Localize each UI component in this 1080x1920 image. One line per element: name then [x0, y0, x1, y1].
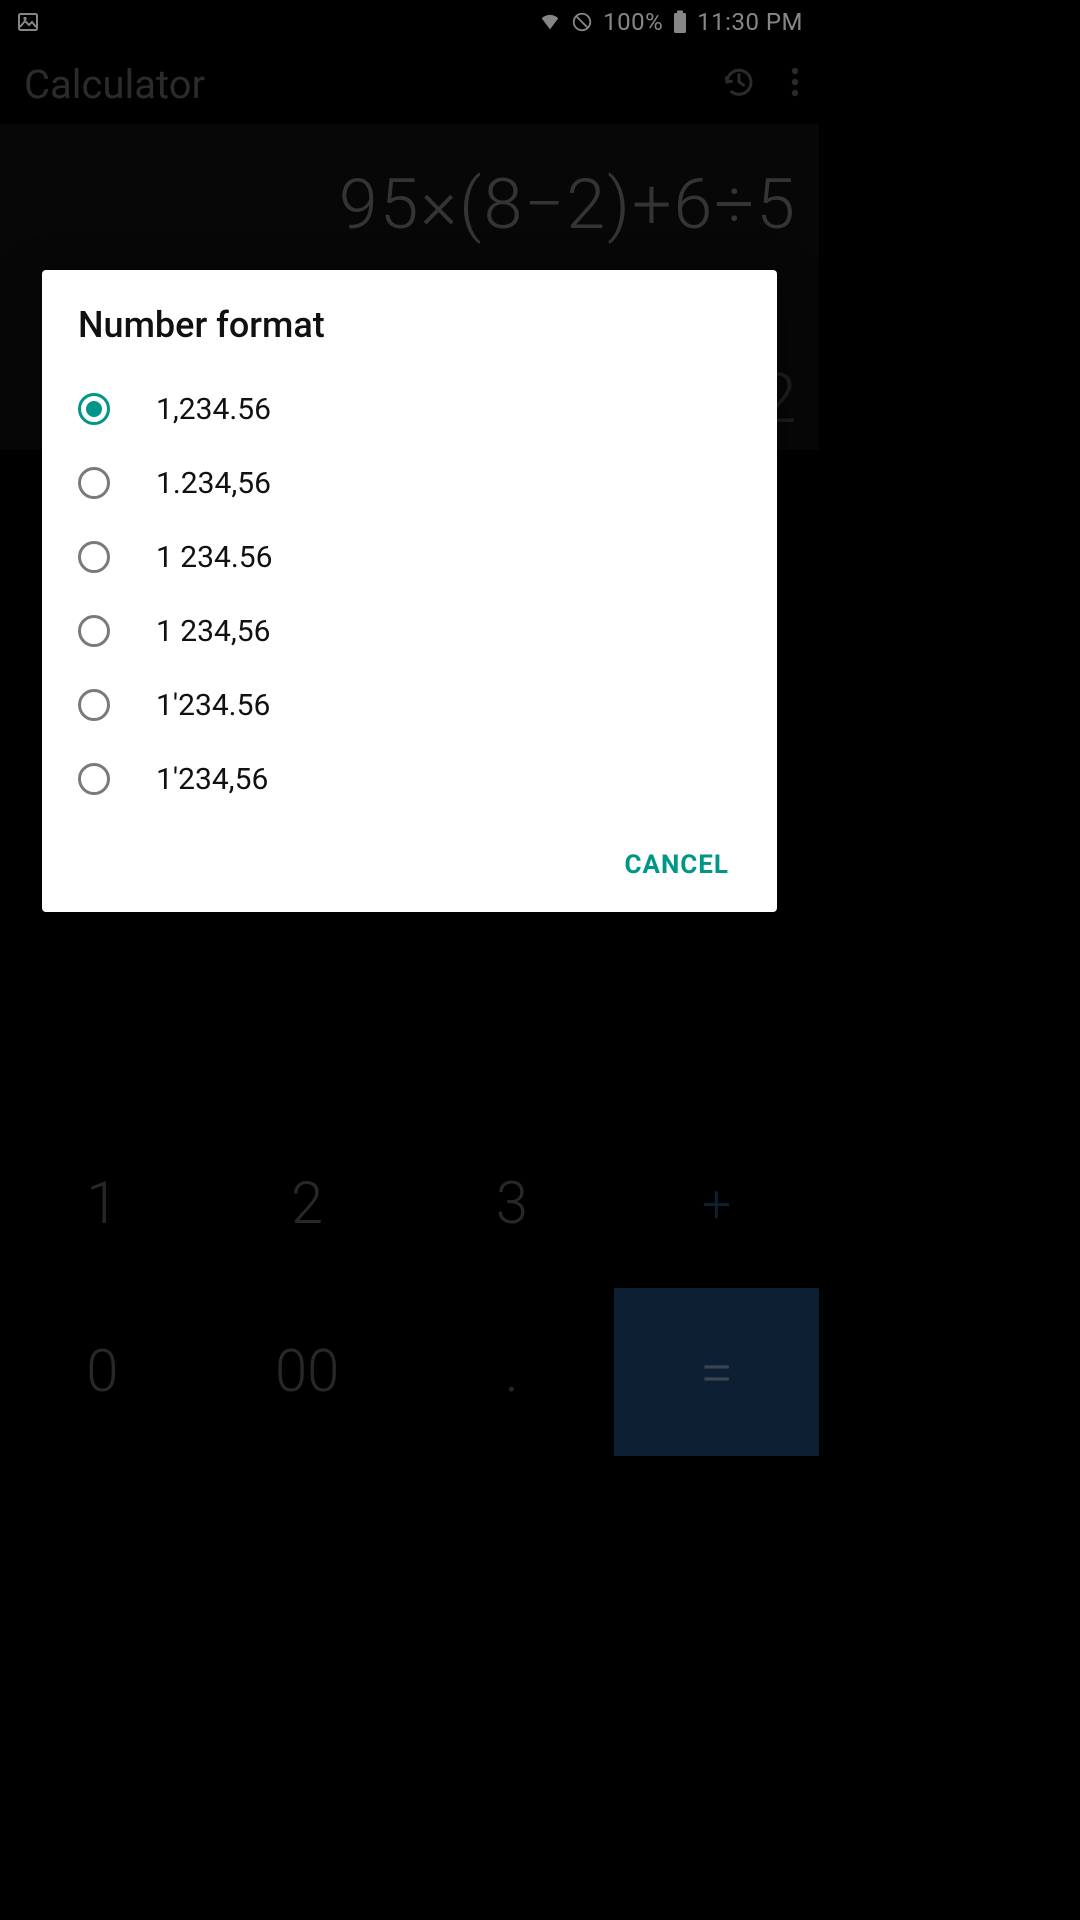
- radio-icon: [78, 393, 110, 425]
- format-option-list: 1,234.56 1.234,56 1 234.56 1 234,56 1'23…: [78, 372, 741, 816]
- number-format-dialog: Number format 1,234.56 1.234,56 1 234.56…: [42, 270, 777, 912]
- radio-icon: [78, 763, 110, 795]
- format-option[interactable]: 1 234.56: [78, 520, 741, 594]
- radio-icon: [78, 541, 110, 573]
- radio-icon: [78, 689, 110, 721]
- radio-icon: [78, 615, 110, 647]
- format-option[interactable]: 1.234,56: [78, 446, 741, 520]
- format-option-label: 1 234,56: [156, 614, 271, 649]
- format-option-label: 1'234.56: [156, 688, 270, 723]
- dialog-title: Number format: [78, 304, 741, 346]
- format-option[interactable]: 1,234.56: [78, 372, 741, 446]
- format-option[interactable]: 1'234.56: [78, 668, 741, 742]
- cancel-button[interactable]: CANCEL: [616, 838, 737, 892]
- format-option-label: 1'234,56: [156, 762, 268, 797]
- format-option-label: 1,234.56: [156, 392, 271, 427]
- format-option[interactable]: 1'234,56: [78, 742, 741, 816]
- format-option[interactable]: 1 234,56: [78, 594, 741, 668]
- format-option-label: 1 234.56: [156, 540, 273, 575]
- radio-icon: [78, 467, 110, 499]
- format-option-label: 1.234,56: [156, 466, 271, 501]
